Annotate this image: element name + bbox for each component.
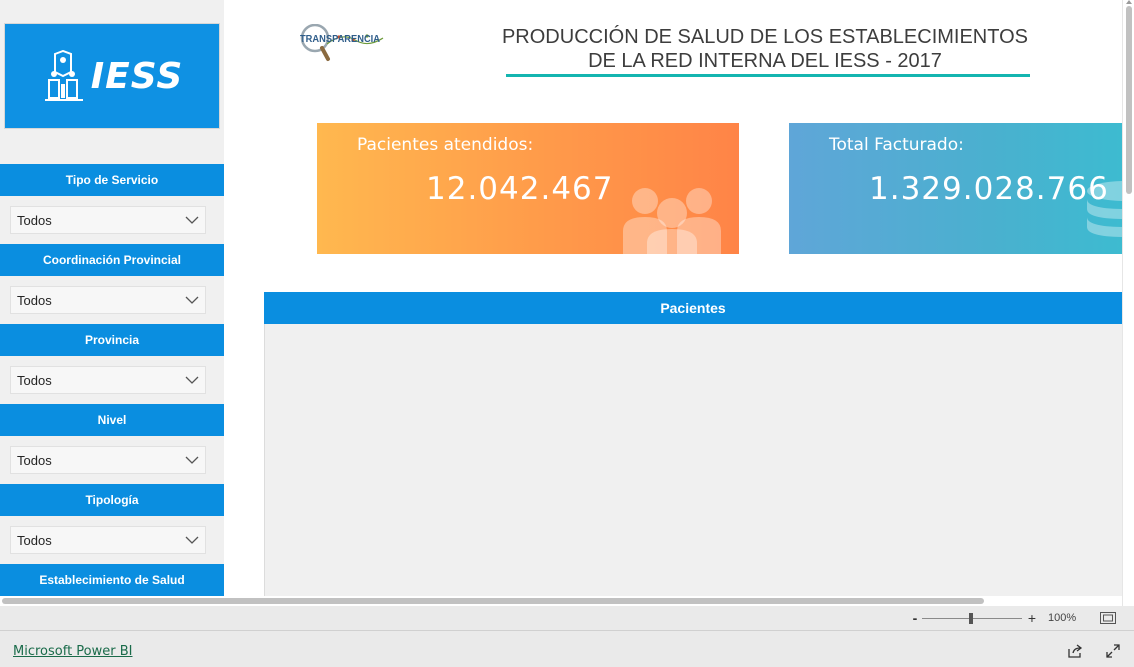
chevron-down-icon bbox=[185, 456, 199, 464]
powerbi-footer: Microsoft Power BI bbox=[0, 630, 1134, 667]
zoom-bar: - + 100% bbox=[0, 606, 1134, 630]
filter-header-tipologia: Tipología bbox=[0, 484, 224, 516]
report-title: PRODUCCIÓN DE SALUD DE LOS ESTABLECIMIEN… bbox=[490, 25, 1040, 73]
coordinacion-provincial-dropdown[interactable]: Todos bbox=[10, 286, 206, 314]
vertical-scrollbar[interactable] bbox=[1122, 0, 1134, 606]
nivel-dropdown[interactable]: Todos bbox=[10, 446, 206, 474]
people-icon bbox=[623, 188, 721, 254]
powerbi-embed: IESS Tipo de Servicio Todos Coordinación… bbox=[0, 0, 1134, 667]
pacientes-panel-header: Pacientes bbox=[264, 292, 1122, 324]
horizontal-scroll-thumb[interactable] bbox=[2, 598, 984, 604]
provincia-dropdown[interactable]: Todos bbox=[10, 366, 206, 394]
filter-header-nivel: Nivel bbox=[0, 404, 224, 436]
kpi-card-total-facturado: Total Facturado: 1.329.028.766 bbox=[789, 123, 1122, 254]
iess-logo: IESS bbox=[4, 23, 220, 129]
fullscreen-icon[interactable] bbox=[1106, 644, 1120, 658]
title-underline bbox=[506, 74, 1030, 77]
dropdown-value: Todos bbox=[17, 372, 52, 388]
kpi-label: Pacientes atendidos: bbox=[357, 135, 534, 155]
fit-to-page-icon[interactable] bbox=[1100, 612, 1116, 624]
tipologia-dropdown[interactable]: Todos bbox=[10, 526, 206, 554]
kpi-label: Total Facturado: bbox=[829, 135, 964, 155]
chevron-down-icon bbox=[185, 536, 199, 544]
tipo-servicio-dropdown[interactable]: Todos bbox=[10, 206, 206, 234]
microsoft-power-bi-link[interactable]: Microsoft Power BI bbox=[13, 644, 132, 659]
family-emblem-icon bbox=[44, 50, 83, 101]
horizontal-scrollbar[interactable] bbox=[0, 596, 1122, 606]
pacientes-panel-body bbox=[264, 324, 1122, 596]
vertical-scroll-thumb[interactable] bbox=[1126, 6, 1132, 194]
scroll-up-arrow-icon[interactable] bbox=[1126, 0, 1132, 4]
chevron-down-icon bbox=[185, 296, 199, 304]
kpi-value: 12.042.467 bbox=[426, 171, 614, 207]
share-icon[interactable] bbox=[1067, 643, 1083, 659]
filter-header-establecimiento: Establecimiento de Salud bbox=[0, 564, 224, 596]
iess-logo-text: IESS bbox=[90, 55, 184, 97]
transparencia-logo: TRANSPARENCIA bbox=[300, 24, 384, 61]
filter-header-provincia: Provincia bbox=[0, 324, 224, 356]
zoom-out-button[interactable]: - bbox=[910, 610, 920, 626]
zoom-slider-thumb[interactable] bbox=[969, 613, 973, 624]
report-canvas: IESS Tipo de Servicio Todos Coordinación… bbox=[0, 0, 1122, 596]
dropdown-value: Todos bbox=[17, 292, 52, 308]
coins-icon bbox=[1087, 181, 1122, 237]
kpi-card-pacientes-atendidos: Pacientes atendidos: 12.042.467 bbox=[317, 123, 739, 254]
chevron-down-icon bbox=[185, 216, 199, 224]
report-title-line1: PRODUCCIÓN DE SALUD DE LOS ESTABLECIMIEN… bbox=[501, 26, 1029, 48]
dropdown-value: Todos bbox=[17, 212, 52, 228]
dropdown-value: Todos bbox=[17, 452, 52, 468]
dropdown-value: Todos bbox=[17, 532, 52, 548]
filter-header-tipo-servicio: Tipo de Servicio bbox=[0, 164, 224, 196]
chevron-down-icon bbox=[185, 376, 199, 384]
kpi-value: 1.329.028.766 bbox=[869, 171, 1109, 207]
zoom-percent: 100% bbox=[1048, 612, 1077, 624]
transparencia-logo-text: TRANSPARENCIA bbox=[300, 34, 380, 45]
report-title-line2: DE LA RED INTERNA DEL IESS - 2017 bbox=[588, 50, 942, 72]
zoom-in-button[interactable]: + bbox=[1026, 610, 1038, 626]
filter-header-coordinacion-provincial: Coordinación Provincial bbox=[0, 244, 224, 276]
filter-sidebar: IESS Tipo de Servicio Todos Coordinación… bbox=[0, 0, 224, 596]
